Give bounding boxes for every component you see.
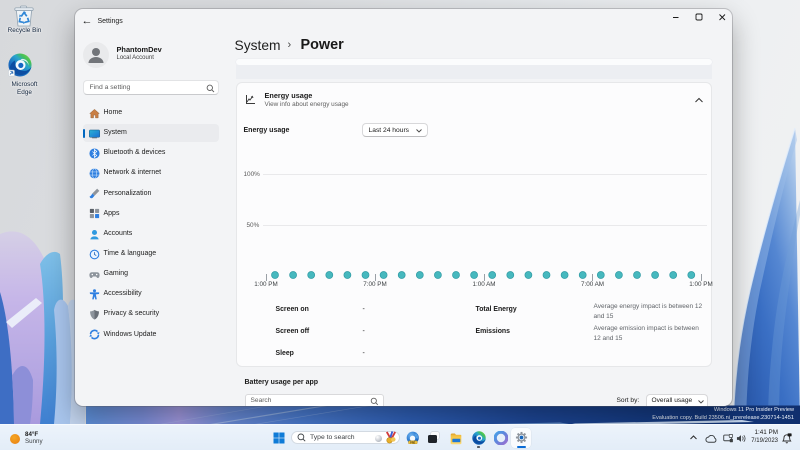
svg-text:PRE: PRE <box>410 441 415 444</box>
